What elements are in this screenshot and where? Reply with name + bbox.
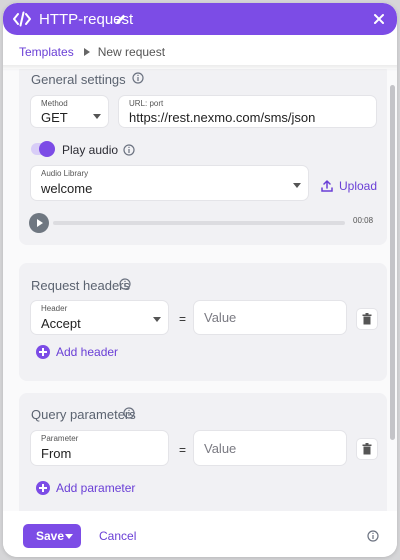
chevron-right-icon <box>83 48 90 56</box>
info-icon <box>123 407 135 419</box>
url-value: https://rest.nexmo.com/sms/json <box>129 110 316 125</box>
play-audio-label: Play audio <box>62 143 119 157</box>
header-value-placeholder: Value <box>204 310 237 325</box>
plus-icon <box>36 481 50 495</box>
add-header-label: Add header <box>56 345 119 359</box>
cancel-button[interactable]: Cancel <box>99 529 136 543</box>
method-select[interactable]: Method GET <box>31 96 108 127</box>
parameter-value-input[interactable]: Value <box>194 431 346 465</box>
header-key-value: Accept <box>41 316 81 331</box>
breadcrumb-templates-link[interactable]: Templates <box>19 45 74 59</box>
url-field[interactable]: URL: port https://rest.nexmo.com/sms/jso… <box>119 96 376 127</box>
audio-progress-track[interactable] <box>53 221 345 225</box>
title-bar: HTTP-request <box>3 3 397 35</box>
header-divider <box>3 65 397 71</box>
save-button[interactable]: Save <box>23 524 81 548</box>
method-value: GET <box>41 110 68 125</box>
chevron-down-icon <box>153 317 161 322</box>
play-audio-toggle[interactable] <box>31 141 55 157</box>
close-icon[interactable] <box>373 13 385 25</box>
toggle-knob <box>39 141 55 157</box>
form-scroll-area: General settings Method GET URL: port ht… <box>3 69 397 511</box>
add-header-button[interactable]: Add header <box>36 345 118 359</box>
plus-icon <box>36 345 50 359</box>
audio-library-value: welcome <box>41 181 93 196</box>
code-icon <box>13 11 31 27</box>
delete-parameter-button[interactable] <box>357 439 377 459</box>
method-label: Method <box>41 99 68 108</box>
query-parameters-card: Query parameters Parameter From = Value <box>19 393 387 511</box>
breadcrumb-current: New request <box>97 45 166 59</box>
parameter-key-input[interactable]: Parameter From <box>31 431 168 465</box>
upload-icon <box>321 180 333 192</box>
upload-label: Upload <box>339 179 378 193</box>
audio-library-label: Audio Library <box>41 169 89 178</box>
upload-button[interactable]: Upload <box>321 179 377 193</box>
parameter-key-value: From <box>41 446 72 461</box>
chevron-down-icon <box>93 114 101 119</box>
play-icon[interactable] <box>29 213 49 233</box>
add-parameter-label: Add parameter <box>56 481 136 495</box>
save-label: Save <box>36 529 65 543</box>
edit-icon[interactable] <box>115 13 127 25</box>
scrollbar-thumb[interactable] <box>390 85 395 440</box>
general-settings-title: General settings <box>31 72 126 87</box>
equals-sign: = <box>179 443 187 457</box>
equals-sign: = <box>179 312 187 326</box>
url-label: URL: port <box>129 99 164 108</box>
delete-header-button[interactable] <box>357 309 377 329</box>
header-field-label: Header <box>41 304 68 313</box>
info-icon <box>119 278 131 290</box>
general-settings-card: General settings Method GET URL: port ht… <box>19 69 387 245</box>
header-key-select[interactable]: Header Accept <box>31 301 168 334</box>
breadcrumb: Templates New request <box>19 45 165 59</box>
header-value-input[interactable]: Value <box>194 301 346 334</box>
info-icon <box>123 144 135 156</box>
http-request-dialog: HTTP-request Templates New request Gener… <box>3 3 397 557</box>
audio-duration: 00:08 <box>353 216 374 225</box>
chevron-down-icon <box>293 183 301 188</box>
parameter-field-label: Parameter <box>41 434 79 443</box>
request-headers-title: Request headers <box>31 278 131 293</box>
add-parameter-button[interactable]: Add parameter <box>36 481 135 495</box>
info-icon[interactable] <box>367 530 379 542</box>
parameter-value-placeholder: Value <box>204 441 237 456</box>
chevron-down-icon[interactable] <box>65 534 73 539</box>
trash-icon <box>362 443 372 455</box>
request-headers-card: Request headers Header Accept = Value Ad… <box>19 263 387 381</box>
query-parameters-title: Query parameters <box>31 407 136 422</box>
info-icon <box>132 72 144 84</box>
trash-icon <box>362 313 372 325</box>
audio-library-select[interactable]: Audio Library welcome <box>31 166 308 200</box>
